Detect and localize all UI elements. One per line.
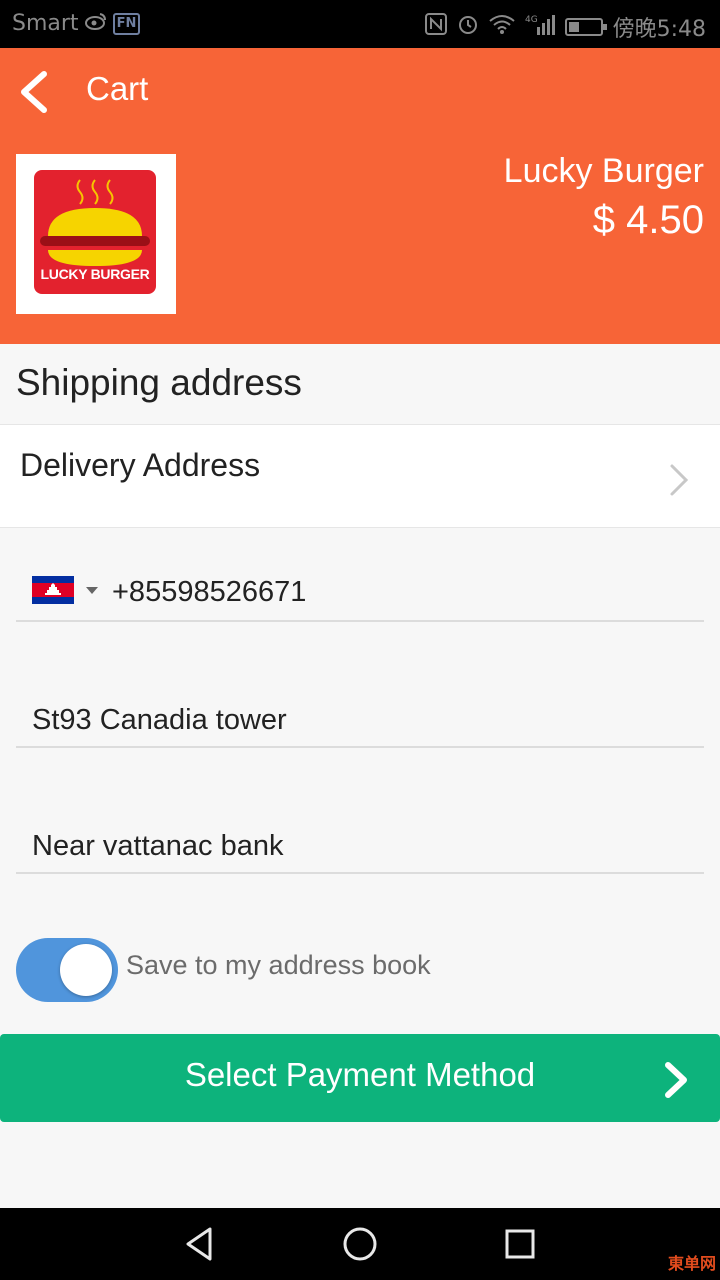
- svg-text:4G: 4G: [525, 15, 538, 25]
- back-button[interactable]: [14, 68, 58, 116]
- wifi-icon: [488, 14, 515, 40]
- back-triangle-icon: [186, 1227, 212, 1261]
- clock-time: 傍晚5:48: [612, 17, 706, 42]
- street-input[interactable]: St93 Canadia tower: [32, 704, 287, 737]
- landmark-field[interactable]: Near vattanac bank: [16, 814, 704, 874]
- save-address-label: Save to my address book: [126, 950, 431, 980]
- carrier-name: Smart: [12, 11, 79, 36]
- nav-back-button[interactable]: [180, 1224, 220, 1264]
- nav-home-button[interactable]: [340, 1224, 380, 1264]
- cart-total-price: $ 4.50: [592, 198, 704, 242]
- lucky-burger-logo: LUCKY BURGER: [34, 170, 156, 294]
- status-left: Smart FN: [12, 11, 141, 36]
- country-code-selector[interactable]: [32, 576, 98, 604]
- recent-square-icon: [505, 1229, 535, 1259]
- payment-button-label: Select Payment Method: [184, 1056, 536, 1093]
- cart-header: Cart LUCKY BURGER Lucky Burger $ 4.50: [0, 48, 720, 344]
- landmark-input[interactable]: Near vattanac bank: [32, 830, 283, 863]
- street-field[interactable]: St93 Canadia tower: [16, 688, 704, 748]
- section-title: Shipping address: [16, 362, 302, 403]
- shop-name: Lucky Burger: [503, 152, 704, 190]
- dropdown-caret-icon: [86, 586, 98, 594]
- signal-icon: 4G: [525, 13, 555, 41]
- toggle-knob: [60, 944, 112, 996]
- alarm-icon: [457, 13, 479, 41]
- status-bar: Smart FN 4G 傍晚5:48: [0, 0, 720, 48]
- fn-icon: FN: [112, 12, 141, 35]
- home-circle-icon: [343, 1227, 377, 1261]
- system-nav-bar: 東单网: [0, 1208, 720, 1280]
- phone-input[interactable]: +85598526671: [112, 576, 306, 609]
- delivery-address-label: Delivery Address: [20, 447, 261, 483]
- nav-recent-button[interactable]: [500, 1224, 540, 1264]
- back-arrow-icon: [21, 71, 47, 113]
- page-title: Cart: [86, 70, 149, 107]
- chevron-right-icon: [670, 464, 689, 496]
- shop-logo: LUCKY BURGER: [16, 154, 176, 314]
- weibo-icon: [84, 11, 107, 36]
- select-payment-method-button[interactable]: Select Payment Method: [0, 1034, 720, 1122]
- delivery-address-row[interactable]: Delivery Address: [0, 424, 720, 528]
- save-address-toggle[interactable]: [16, 938, 118, 1002]
- cambodia-flag-icon: [32, 576, 74, 604]
- status-right: 4G 傍晚5:48: [424, 11, 706, 43]
- logo-text: LUCKY BURGER: [40, 266, 150, 282]
- nfc-icon: [424, 13, 447, 41]
- watermark: 東单网: [667, 1254, 716, 1273]
- chevron-right-icon: [665, 1062, 687, 1098]
- phone-field[interactable]: +85598526671: [16, 560, 704, 622]
- battery-icon: [564, 18, 607, 36]
